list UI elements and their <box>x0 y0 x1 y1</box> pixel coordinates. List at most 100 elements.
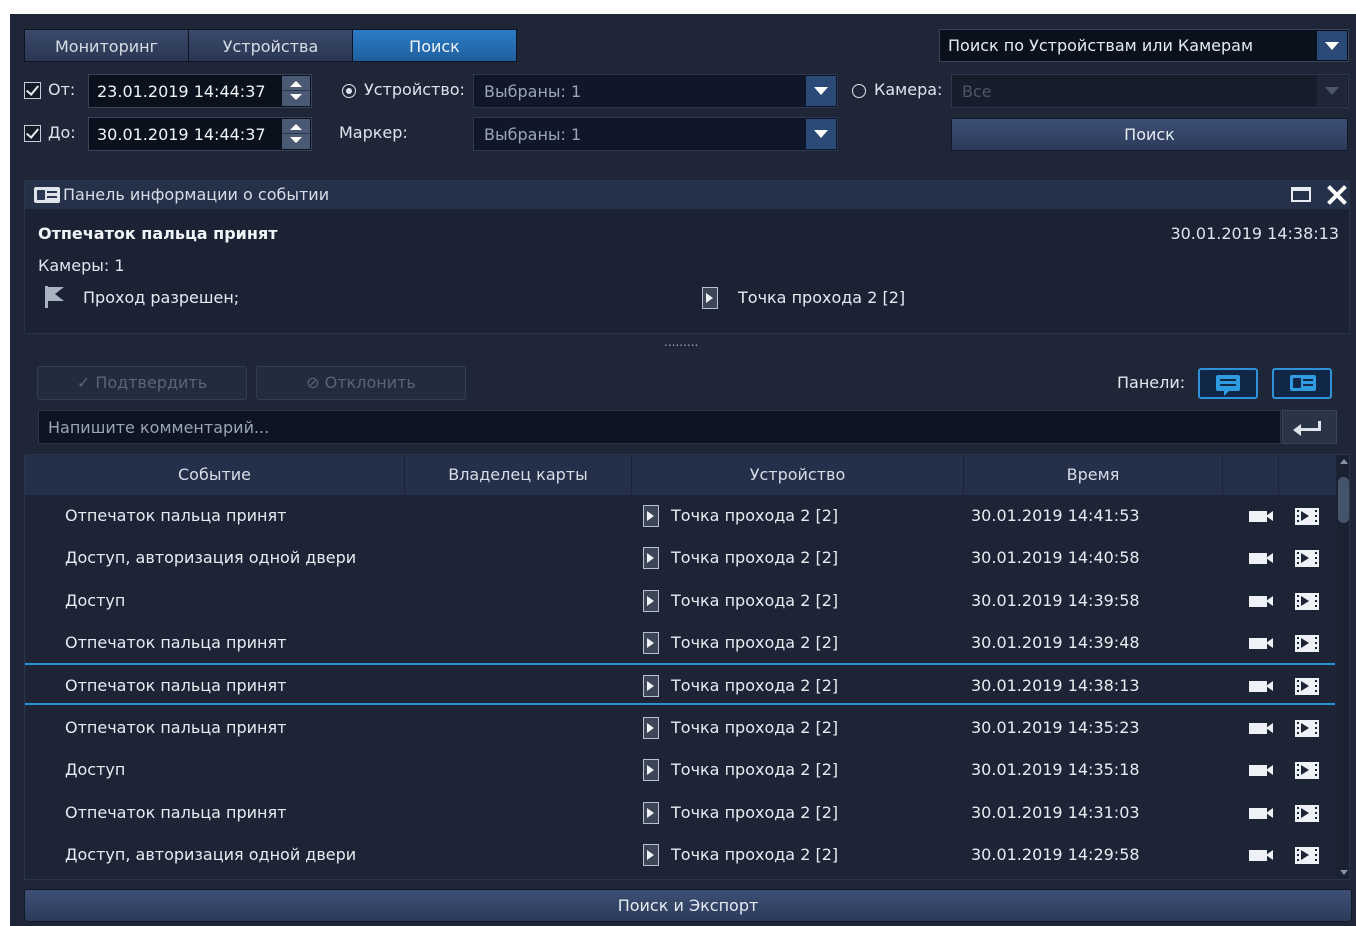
table-row[interactable]: Отпечаток пальца принят Точка прохода 2 [… <box>25 495 1335 537</box>
device-select-value: Выбраны: 1 <box>484 82 582 101</box>
camera-radio[interactable] <box>852 84 866 98</box>
table-row[interactable]: Доступ Точка прохода 2 [2] 30.01.2019 14:3… <box>25 580 1335 622</box>
video-archive-icon[interactable] <box>1295 762 1319 780</box>
from-checkbox[interactable] <box>24 82 41 99</box>
cell-time: 30.01.2019 14:39:58 <box>971 590 1140 610</box>
marker-label: Маркер: <box>339 123 408 142</box>
access-point-icon <box>643 505 659 527</box>
marker-select[interactable]: Выбраны: 1 <box>473 117 838 151</box>
close-icon[interactable] <box>1325 183 1349 207</box>
table-row[interactable]: Отпечаток пальца принят Точка прохода 2 [… <box>25 622 1335 664</box>
table-scrollbar[interactable] <box>1337 455 1349 879</box>
camera-icon[interactable] <box>1249 680 1273 692</box>
cell-device: Точка прохода 2 [2] <box>671 548 839 568</box>
search-window: Мониторинг Устройства Поиск Поиск по Уст… <box>10 14 1356 926</box>
column-header-owner[interactable]: Владелец карты <box>405 455 632 495</box>
access-point-icon <box>643 674 659 697</box>
to-datetime-field[interactable]: 30.01.2019 14:44:37 <box>88 117 312 151</box>
camera-dropdown-button <box>1317 76 1347 106</box>
marker-dropdown-button[interactable] <box>806 119 836 149</box>
search-mode-dropdown-button[interactable] <box>1317 31 1347 60</box>
table-row[interactable]: Доступ, авторизация одной двери Точка про… <box>25 537 1335 579</box>
comments-panel-toggle[interactable] <box>1198 368 1258 399</box>
to-datetime-spinner[interactable] <box>282 119 310 149</box>
video-archive-icon[interactable] <box>1295 847 1319 865</box>
access-point-icon <box>643 844 659 867</box>
search-export-button[interactable]: Поиск и Экспорт <box>24 889 1352 922</box>
video-archive-icon[interactable] <box>1295 508 1319 525</box>
table-row[interactable]: Отпечаток пальца принят Точка прохода 2 [… <box>25 662 1335 705</box>
chevron-down-icon <box>814 87 828 95</box>
events-table: Событие Владелец карты Устройство Время … <box>24 454 1350 880</box>
video-archive-icon[interactable] <box>1295 720 1319 737</box>
comment-input[interactable]: Напишите комментарий... <box>38 410 1281 444</box>
camera-icon[interactable] <box>1249 807 1273 819</box>
scroll-up-icon[interactable] <box>1340 459 1348 464</box>
camera-icon[interactable] <box>1249 638 1273 650</box>
spin-up-icon[interactable] <box>290 81 302 87</box>
send-comment-button[interactable] <box>1282 410 1337 444</box>
column-header-time[interactable]: Время <box>964 455 1223 495</box>
event-info-title: Панель информации о событии <box>63 185 330 204</box>
video-archive-icon[interactable] <box>1295 550 1319 568</box>
column-header-device[interactable]: Устройство <box>632 455 964 495</box>
search-button[interactable]: Поиск <box>951 118 1348 151</box>
cell-time: 30.01.2019 14:31:03 <box>971 802 1140 822</box>
table-row[interactable]: Отпечаток пальца принят Точка прохода 2 [… <box>25 707 1335 749</box>
search-mode-select[interactable]: Поиск по Устройствам или Камерам <box>939 29 1349 62</box>
flag-icon <box>45 286 67 308</box>
camera-icon[interactable] <box>1249 511 1273 522</box>
device-select[interactable]: Выбраны: 1 <box>473 74 838 108</box>
scroll-thumb[interactable] <box>1338 477 1349 523</box>
confirm-button[interactable]: ✓ Подтвердить <box>37 366 247 400</box>
camera-icon[interactable] <box>1249 723 1273 734</box>
camera-icon[interactable] <box>1249 553 1273 565</box>
cell-time: 30.01.2019 14:29:58 <box>971 845 1140 865</box>
camera-select: Все <box>951 74 1349 108</box>
cell-event: Отпечаток пальца принят <box>65 633 287 653</box>
camera-icon[interactable] <box>1249 765 1273 777</box>
to-checkbox[interactable] <box>24 125 41 142</box>
cell-device: Точка прохода 2 [2] <box>671 845 839 865</box>
table-row[interactable]: Доступ, авторизация одной двери Точка про… <box>25 834 1335 876</box>
device-label: Устройство: <box>364 80 465 99</box>
tab-search[interactable]: Поиск <box>352 29 517 62</box>
detach-window-icon[interactable] <box>1291 187 1311 202</box>
event-access-point: Точка прохода 2 [2] <box>738 288 906 307</box>
cell-event: Отпечаток пальца принят <box>65 506 287 525</box>
event-flag-text: Проход разрешен; <box>83 288 240 307</box>
enter-icon <box>1293 421 1321 436</box>
from-datetime-field[interactable]: 23.01.2019 14:44:37 <box>88 74 312 108</box>
spin-down-icon[interactable] <box>290 137 302 143</box>
reject-button[interactable]: ⊘ Отклонить <box>256 366 466 400</box>
spin-up-icon[interactable] <box>290 124 302 130</box>
cell-device: Точка прохода 2 [2] <box>671 760 839 780</box>
cell-event: Доступ, авторизация одной двери <box>65 548 357 568</box>
panel-splitter[interactable]: ......... <box>664 335 698 349</box>
tab-devices[interactable]: Устройства <box>188 29 353 62</box>
tab-monitoring[interactable]: Мониторинг <box>24 29 189 62</box>
chevron-down-icon <box>1325 41 1339 50</box>
camera-icon[interactable] <box>1249 595 1273 607</box>
spin-down-icon[interactable] <box>290 94 302 100</box>
cell-device: Точка прохода 2 [2] <box>671 718 839 737</box>
table-row[interactable]: Доступ Точка прохода 2 [2] 30.01.2019 14:3… <box>25 749 1335 791</box>
id-card-icon <box>34 187 60 203</box>
video-archive-icon[interactable] <box>1295 804 1319 822</box>
video-archive-icon[interactable] <box>1295 677 1319 695</box>
device-dropdown-button[interactable] <box>806 76 836 106</box>
access-point-icon <box>643 632 659 655</box>
video-archive-icon[interactable] <box>1295 635 1319 653</box>
scroll-down-icon[interactable] <box>1340 870 1348 875</box>
column-header-event[interactable]: Событие <box>25 455 405 495</box>
access-point-icon <box>643 759 659 782</box>
search-mode-value: Поиск по Устройствам или Камерам <box>948 36 1254 55</box>
event-info-panel-toggle[interactable] <box>1272 368 1332 399</box>
video-archive-icon[interactable] <box>1295 592 1319 610</box>
device-radio[interactable] <box>342 84 356 98</box>
from-datetime-spinner[interactable] <box>282 76 310 106</box>
camera-icon[interactable] <box>1249 850 1273 862</box>
column-header-archive <box>1279 455 1337 495</box>
table-row[interactable]: Отпечаток пальца принят Точка прохода 2 [… <box>25 792 1335 834</box>
event-info-header: Панель информации о событии <box>25 181 1349 209</box>
